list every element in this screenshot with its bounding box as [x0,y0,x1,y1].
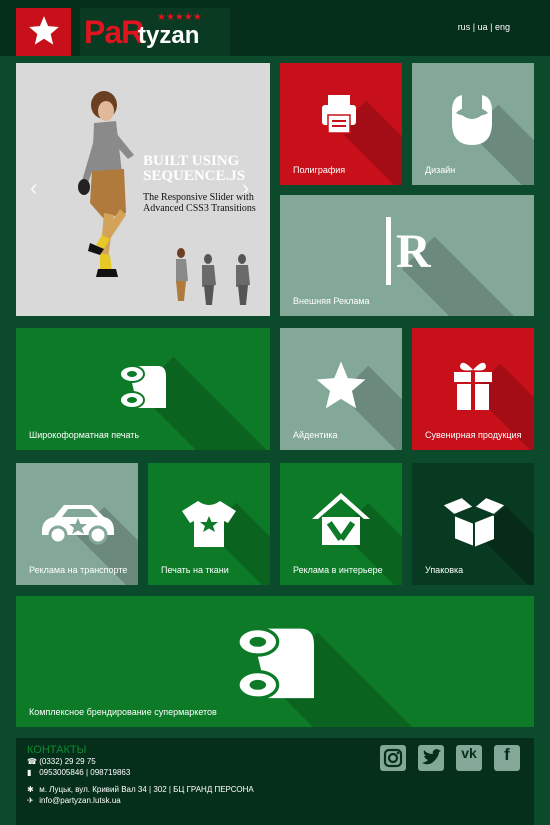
instagram-icon[interactable] [380,745,406,771]
lang-ua[interactable]: ua [478,22,488,32]
location-icon: ✱ [27,785,34,794]
tile-label: Айдентика [293,430,338,440]
logo[interactable]: PaR ★★★★★ tyzan [80,8,230,56]
email-icon: ✈ [27,796,34,805]
box-icon [440,495,508,549]
slider-next-arrow[interactable]: › [242,175,249,201]
email-text[interactable]: info@partyzan.lutsk.ua [39,796,121,805]
tile-label: Комплексное брендирование супермаркетов [29,707,217,717]
tile-reklama-interier[interactable]: Реклама в интерьере [280,463,402,585]
tile-label: Реклама на транспорте [29,565,128,575]
tshirt-icon [182,501,236,547]
star-icon [29,16,59,45]
logo-tyzan: tyzan [138,22,200,49]
address-text: м. Луцьк, вул. Кривий Вал 34 | 302 | БЦ … [39,785,254,794]
house-tools-icon [312,493,370,545]
tile-suvenirnaya[interactable]: Сувенирная продукция [412,328,534,450]
logo-pa: PaR [84,14,144,50]
slider-model-image [78,91,250,305]
logo-star-icon[interactable] [16,8,71,56]
hero-slider[interactable]: BUILT USING SEQUENCE.JS The Responsive S… [16,63,270,316]
language-switcher: rus | ua | eng [458,22,510,32]
phone-icon: ☎ [27,757,37,766]
tile-label: Широкоформатная печать [29,430,140,440]
lang-separator: | [472,22,476,32]
lang-rus[interactable]: rus [458,22,471,32]
contact-phone1: ☎ (0332) 29 29 75 [27,757,96,766]
tile-label: Дизайн [425,165,456,175]
header: PaR ★★★★★ tyzan rus | ua | eng [0,0,550,56]
footer: КОНТАКТЫ ☎ (0332) 29 29 75 ▮ 0953005846 … [16,738,534,825]
contact-phone2: ▮ 0953005846 | 098719863 [27,768,130,777]
tile-aidentika[interactable]: Айдентика [280,328,402,450]
slider-prev-arrow[interactable]: ‹ [30,175,37,201]
lang-separator: | [490,22,493,32]
mobile-icon: ▮ [27,768,32,777]
phone2-text[interactable]: 0953005846 | 098719863 [39,768,130,777]
contact-email: ✈ info@partyzan.lutsk.ua [27,796,121,805]
tile-poligrafiya[interactable]: Полиграфия [280,63,402,185]
printer-icon [322,95,356,134]
facebook-icon[interactable]: f [494,745,520,771]
beard-mustache-icon [452,95,492,145]
tile-vneshnyaya-reklama[interactable]: R Внешняя Реклама [280,195,534,316]
star-icon [316,361,366,409]
tile-upakovka[interactable]: Упаковка [412,463,534,585]
tile-label: Реклама в интерьере [293,565,383,575]
tile-reklama-transport[interactable]: Реклама на транспорте [16,463,138,585]
vk-icon[interactable]: vk [456,745,482,771]
tile-label: Внешняя Реклама [293,296,370,306]
tile-label: Сувенирная продукция [425,430,522,440]
tile-pechat-tkani[interactable]: Печать на ткани [148,463,270,585]
twitter-icon[interactable] [418,745,444,771]
tile-label: Печать на ткани [161,565,229,575]
paper-roll-icon [119,365,166,409]
contacts-title: КОНТАКТЫ [27,744,87,756]
lang-eng[interactable]: eng [495,22,510,32]
svg-text:R: R [396,225,432,278]
contact-address: ✱ м. Луцьк, вул. Кривий Вал 34 | 302 | Б… [27,785,254,794]
phone1-text[interactable]: (0332) 29 29 75 [39,757,96,766]
tile-kompleksnoe-brendirovanie[interactable]: Комплексное брендирование супермаркетов [16,596,534,727]
gift-icon [454,362,492,410]
car-icon [42,505,114,545]
tile-dizain[interactable]: Дизайн [412,63,534,185]
tile-label: Полиграфия [293,165,346,175]
tile-label: Упаковка [425,565,464,575]
billboard-r-icon: R [386,217,432,285]
paper-roll-icon [236,626,315,700]
tile-shirokoformatnaya[interactable]: Широкоформатная печать [16,328,270,450]
